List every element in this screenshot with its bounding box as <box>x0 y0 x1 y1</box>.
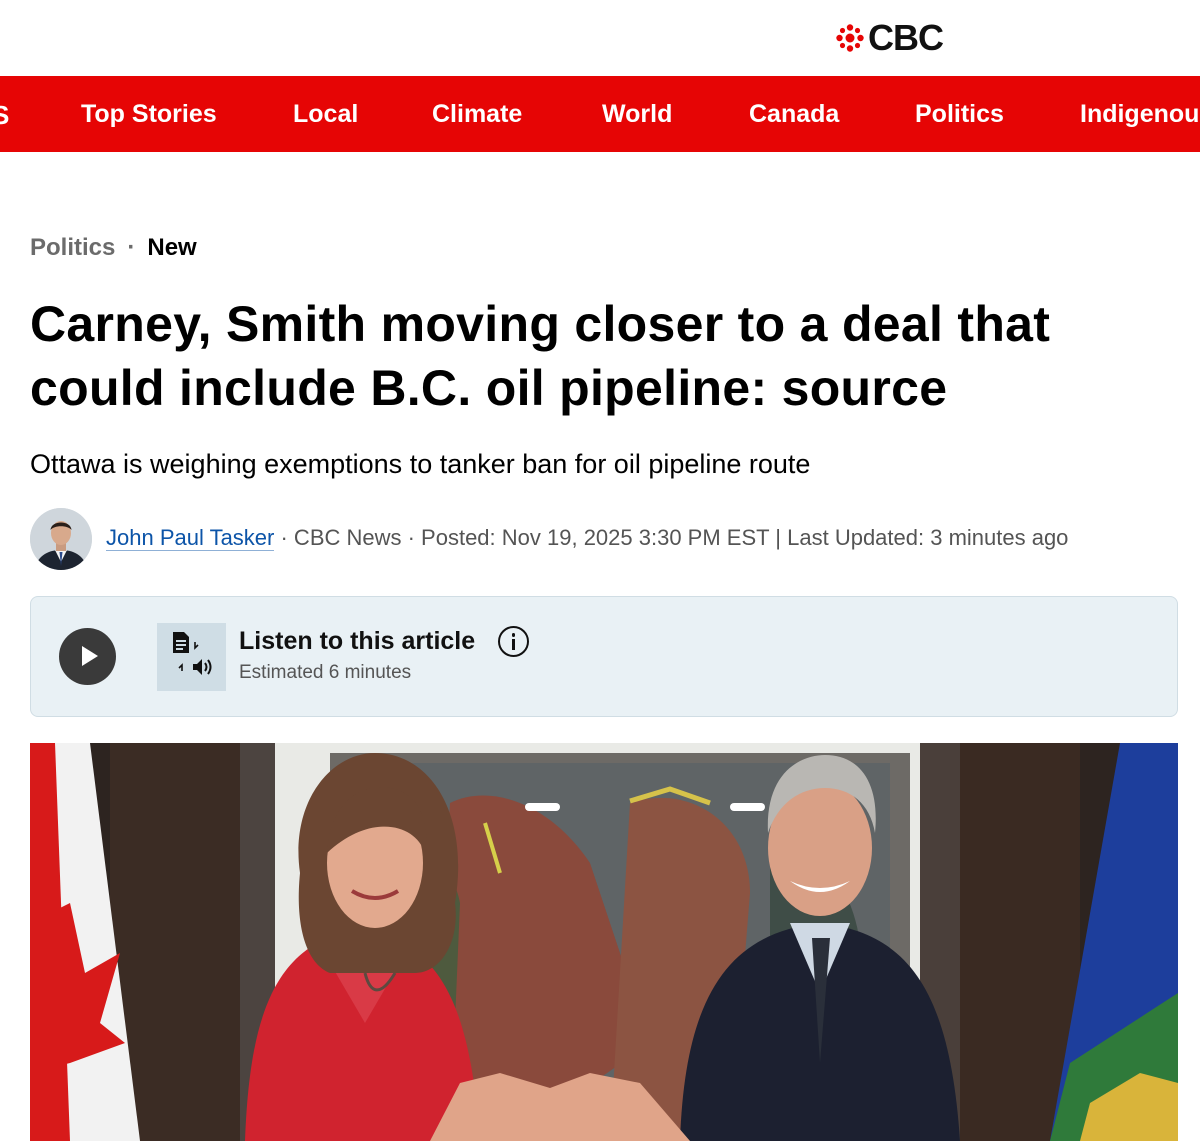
nav-item-top-stories[interactable]: Top Stories <box>81 76 217 152</box>
cbc-logo[interactable]: CBC <box>836 17 944 58</box>
nav-item-world[interactable]: World <box>602 76 672 152</box>
article-headline: Carney, Smith moving closer to a deal th… <box>30 292 1140 420</box>
byline-meta: · CBC News · Posted: Nov 19, 2025 3:30 P… <box>274 525 1069 550</box>
hero-photo <box>30 743 1178 1141</box>
headline-line-2: could include B.C. oil pipeline: source <box>30 360 948 416</box>
main-nav: S Top Stories Local Climate World Canada… <box>0 76 1200 152</box>
article-kicker: Politics · New <box>30 233 197 263</box>
listen-estimate: Estimated 6 minutes <box>239 662 412 683</box>
nav-item-politics[interactable]: Politics <box>915 76 1004 152</box>
byline: John Paul Tasker · CBC News · Posted: No… <box>106 523 1068 553</box>
kicker-separator: · <box>127 234 136 261</box>
new-tag: New <box>147 234 197 261</box>
logo-wordmark: CBC <box>868 17 944 58</box>
headline-line-1: Carney, Smith moving closer to a deal th… <box>30 296 1051 352</box>
article-deck: Ottawa is weighing exemptions to tanker … <box>30 449 811 479</box>
brand-bar: CBC <box>0 0 1200 76</box>
nav-item-local[interactable]: Local <box>293 76 358 152</box>
author-photo <box>30 508 92 570</box>
nav-item-climate[interactable]: Climate <box>432 76 522 152</box>
nav-item-indigenous[interactable]: Indigenou <box>1080 76 1199 152</box>
author-avatar <box>30 508 92 570</box>
play-icon[interactable] <box>59 628 116 685</box>
listen-panel: Listen to this article Estimated 6 minut… <box>30 596 1178 717</box>
nav-item-canada[interactable]: Canada <box>749 76 839 152</box>
section-link[interactable]: Politics <box>30 234 115 261</box>
text-to-speech-icon <box>157 623 226 691</box>
hero-photo-image <box>30 743 1178 1141</box>
cbc-gem-icon <box>836 24 864 52</box>
listen-title: Listen to this article <box>239 627 476 655</box>
info-icon[interactable] <box>498 626 529 657</box>
nav-edge-fragment: S <box>0 100 10 130</box>
author-link[interactable]: John Paul Tasker <box>106 525 275 551</box>
